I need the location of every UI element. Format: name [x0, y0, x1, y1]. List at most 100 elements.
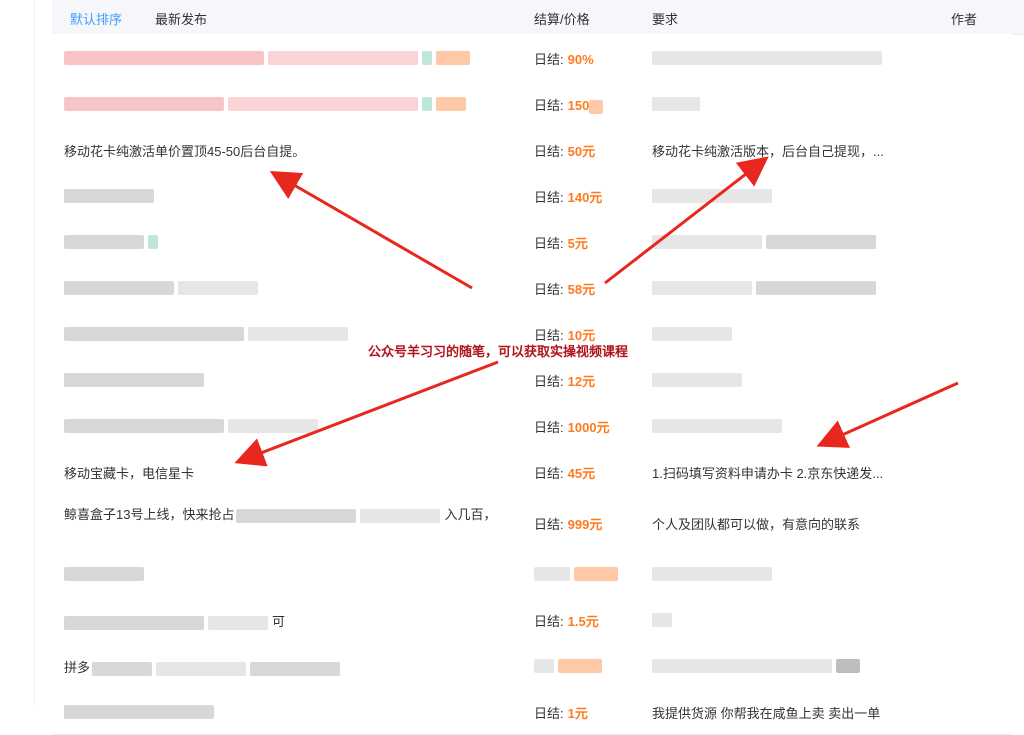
- pay-amount: 140元: [567, 190, 603, 205]
- task-title[interactable]: [64, 325, 524, 341]
- pay-cell: 日结: 999元: [534, 514, 634, 533]
- redacted-block: [652, 612, 672, 627]
- task-title-text: 拼多: [64, 660, 91, 675]
- list-header: 默认排序 最新发布 结算/价格 要求 作者: [52, 0, 1024, 35]
- task-title[interactable]: 移动花卡纯激活单价置顶45-50后台自提。: [64, 141, 524, 160]
- task-title[interactable]: [64, 417, 524, 433]
- redacted-block: [64, 615, 204, 630]
- watermark-caption: 公众号羊习习的随笔，可以获取实操视频课程: [368, 341, 629, 360]
- pay-label: 日结:: [534, 98, 564, 113]
- redacted-block: [156, 661, 247, 676]
- task-title-text: 鲸喜盒子13号上线，快来抢占: [64, 507, 235, 522]
- requirement-text: 移动花卡纯激活版本，后台自己提现，...: [652, 144, 884, 159]
- requirement-text: 个人及团队都可以做，有意向的联系: [652, 517, 861, 532]
- redacted-block: [422, 50, 432, 65]
- redacted-block: [228, 418, 318, 433]
- pay-label: 日结:: [534, 374, 564, 389]
- column-header-pay: 结算/价格: [534, 12, 590, 27]
- requirement-cell: [652, 417, 937, 433]
- task-title[interactable]: [64, 371, 524, 387]
- task-title[interactable]: [64, 95, 524, 111]
- tab-latest[interactable]: 最新发布: [155, 9, 207, 28]
- requirement-cell: 个人及团队都可以做，有意向的联系: [652, 514, 937, 533]
- requirement-cell: [652, 565, 937, 581]
- table-row[interactable]: 日结: 5元: [52, 218, 1012, 265]
- pay-amount: 5元: [567, 236, 588, 251]
- table-row[interactable]: 日结: 90%: [52, 34, 1012, 81]
- pay-label: 日结:: [534, 144, 564, 159]
- requirement-cell: [652, 279, 937, 295]
- redacted-block: [652, 188, 772, 203]
- redacted-block: [652, 658, 832, 673]
- table-row[interactable]: [52, 550, 1012, 597]
- pay-cell: 日结: 1元: [534, 703, 634, 722]
- requirement-cell: [652, 95, 937, 111]
- table-row[interactable]: 移动宝藏卡，电信星卡 日结: 45元 1.扫码填写资料申请办卡 2.京东快递发..…: [52, 448, 1012, 495]
- pay-cell: [534, 657, 634, 673]
- table-row[interactable]: 日结: 1元 我提供货源 你帮我在咸鱼上卖 卖出一单: [52, 688, 1012, 735]
- pay-amount: 1.5元: [567, 614, 599, 629]
- redacted-block: [589, 99, 604, 114]
- redacted-block: [268, 50, 418, 65]
- pay-cell: 日结: 140元: [534, 187, 634, 206]
- tab-default-sort[interactable]: 默认排序: [70, 9, 122, 28]
- pay-label: 日结:: [534, 190, 564, 205]
- pay-cell: [534, 565, 634, 581]
- pay-label: 日结:: [534, 236, 564, 251]
- redacted-block: [652, 234, 762, 249]
- requirement-cell: [652, 325, 937, 341]
- table-row[interactable]: 拼多: [52, 642, 1012, 689]
- task-title-text: 移动宝藏卡，电信星卡: [64, 466, 195, 481]
- pay-amount: 90%: [567, 52, 594, 67]
- task-title[interactable]: 移动宝藏卡，电信星卡: [64, 463, 524, 482]
- task-title[interactable]: 可: [64, 611, 524, 630]
- pay-amount: 12元: [567, 374, 596, 389]
- requirement-cell: 1.扫码填写资料申请办卡 2.京东快递发...: [652, 463, 937, 482]
- redacted-block: [652, 326, 732, 341]
- table-row[interactable]: 鲸喜盒子13号上线，快来抢占 入几百， 日结: 999元 个人及团队都可以做，有意向…: [52, 494, 1012, 551]
- task-title[interactable]: [64, 279, 524, 295]
- task-title-tail: 入几百，: [444, 507, 497, 522]
- table-row[interactable]: 日结: 140元: [52, 172, 1012, 219]
- left-sidebar: [0, 0, 35, 707]
- pay-cell: 日结: 45元: [534, 463, 634, 482]
- table-row[interactable]: 移动花卡纯激活单价置顶45-50后台自提。 日结: 50元 移动花卡纯激活版本，后…: [52, 126, 1012, 173]
- pay-cell: 日结: 1.5元: [534, 611, 634, 630]
- redacted-block: [652, 372, 742, 387]
- requirement-cell: 移动花卡纯激活版本，后台自己提现，...: [652, 141, 937, 160]
- task-title[interactable]: [64, 703, 524, 719]
- pay-label: 日结:: [534, 614, 564, 629]
- table-row[interactable]: 可 日结: 1.5元: [52, 596, 1012, 643]
- redacted-block: [652, 280, 752, 295]
- task-title[interactable]: [64, 187, 524, 203]
- redacted-block: [422, 96, 432, 111]
- task-title[interactable]: [64, 565, 524, 581]
- redacted-block: [64, 50, 264, 65]
- table-row[interactable]: 日结: 150: [52, 80, 1012, 127]
- table-row[interactable]: 日结: 1000元: [52, 402, 1012, 449]
- pay-amount: 150: [567, 98, 590, 113]
- requirement-cell: [652, 187, 937, 203]
- pay-label: 日结:: [534, 466, 564, 481]
- redacted-block: [178, 280, 258, 295]
- pay-amount: 50元: [567, 144, 596, 159]
- pay-amount: 999元: [567, 517, 603, 532]
- redacted-block: [208, 615, 268, 630]
- redacted-block: [64, 188, 154, 203]
- pay-amount: 45元: [567, 466, 596, 481]
- redacted-block: [558, 658, 602, 673]
- redacted-block: [756, 280, 876, 295]
- pay-amount: 1元: [567, 706, 588, 721]
- task-title[interactable]: [64, 233, 524, 249]
- pay-amount: 58元: [567, 282, 596, 297]
- task-title[interactable]: [64, 49, 524, 65]
- task-title-text: 移动花卡纯激活单价置顶45-50后台自提。: [64, 144, 306, 159]
- redacted-block: [652, 566, 772, 581]
- pay-cell: 日结: 12元: [534, 371, 634, 390]
- task-title[interactable]: 拼多: [64, 657, 524, 676]
- table-row[interactable]: 日结: 12元: [52, 356, 1012, 403]
- table-row[interactable]: 日结: 58元: [52, 264, 1012, 311]
- redacted-block: [250, 661, 341, 676]
- task-title[interactable]: 鲸喜盒子13号上线，快来抢占 入几百，: [64, 504, 524, 523]
- pay-cell: 日结: 50元: [534, 141, 634, 160]
